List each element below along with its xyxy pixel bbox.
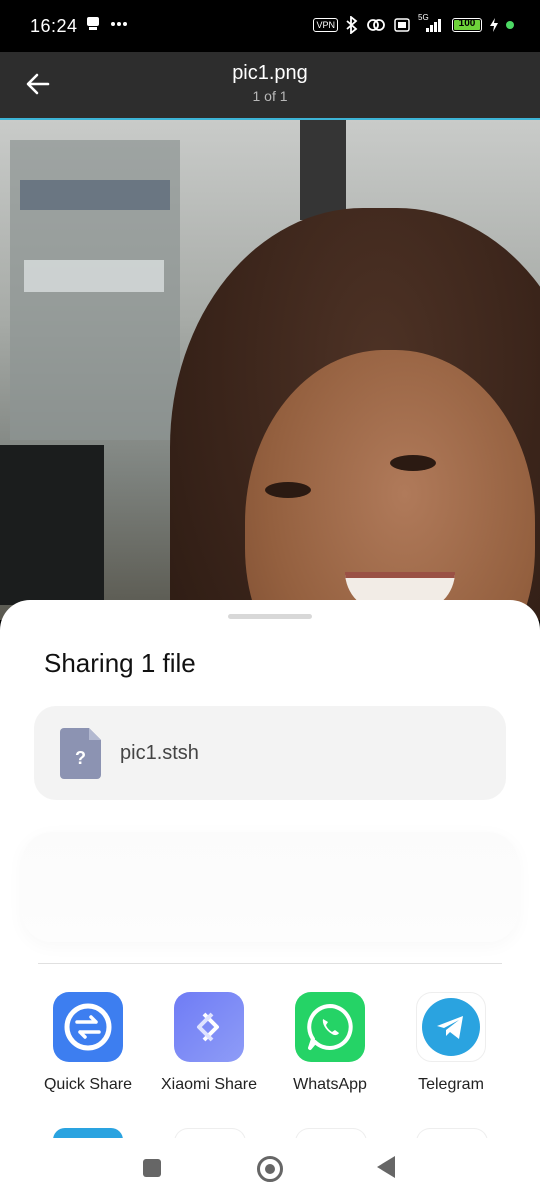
quick-share-icon — [53, 992, 123, 1062]
vpn-icon: VPN — [313, 18, 338, 32]
whatsapp-icon — [295, 992, 365, 1062]
battery-level: 100 — [458, 18, 476, 29]
share-target-telegram[interactable]: Telegram — [391, 992, 511, 1094]
direct-share-area — [22, 832, 518, 942]
status-bar: 16:24 VPN 5G 100 — [0, 0, 540, 52]
status-right-icons: VPN 5G 100 — [313, 13, 514, 34]
status-time: 16:24 — [30, 16, 78, 36]
drag-handle[interactable] — [228, 614, 312, 619]
charging-icon — [490, 18, 498, 32]
volte-icon — [394, 18, 410, 32]
status-notification-icons — [86, 16, 128, 32]
app-label: Xiaomi Share — [160, 1076, 258, 1093]
telegram-icon — [416, 992, 486, 1062]
divider — [38, 963, 502, 964]
navigation-bar — [0, 1138, 540, 1200]
signal-icon: 5G — [418, 13, 444, 33]
share-target-quick-share[interactable]: Quick Share — [28, 992, 148, 1094]
back-triangle-icon[interactable] — [377, 1156, 395, 1178]
shared-file-name: pic1.stsh — [120, 742, 199, 764]
svg-text:?: ? — [75, 748, 86, 768]
share-target-xiaomi-share[interactable]: Xiaomi Share — [149, 992, 269, 1094]
home-circle-icon[interactable] — [257, 1156, 283, 1182]
page-counter: 1 of 1 — [252, 88, 288, 104]
share-target-whatsapp[interactable]: WhatsApp — [270, 992, 390, 1094]
xiaomi-share-icon — [174, 992, 244, 1062]
app-notification-icon — [87, 17, 99, 30]
more-dots-icon — [111, 22, 127, 26]
app-label: Telegram — [418, 1076, 484, 1093]
image-preview — [0, 120, 540, 620]
recents-square-icon[interactable] — [143, 1159, 161, 1177]
app-label: Quick Share — [43, 1076, 133, 1093]
share-sheet-title: Sharing 1 file — [44, 648, 196, 678]
link-icon — [367, 19, 385, 31]
battery-icon: 100 — [452, 18, 482, 32]
app-header: pic1.png 1 of 1 — [0, 52, 540, 118]
app-label: WhatsApp — [293, 1076, 367, 1093]
shared-file-card: ? pic1.stsh — [34, 706, 506, 800]
share-sheet: Sharing 1 file ? pic1.stsh Quick Share X… — [0, 600, 540, 1200]
green-dot-indicator — [506, 21, 514, 29]
bluetooth-icon — [346, 16, 358, 34]
unknown-file-icon: ? — [60, 728, 101, 779]
file-title: pic1.png — [232, 62, 308, 84]
